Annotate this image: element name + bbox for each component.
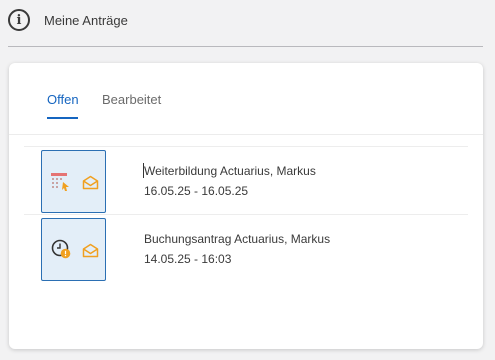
active-tab-indicator (47, 117, 78, 119)
request-date: 16.05.25 - 16.05.25 (144, 184, 249, 198)
page-title: Meine Anträge (44, 13, 128, 28)
request-date: 14.05.25 - 16:03 (144, 252, 232, 266)
envelope-icon (82, 243, 99, 258)
envelope-icon (82, 175, 99, 190)
request-thumbnail (41, 150, 106, 213)
tab-bar: Offen Bearbeitet (9, 63, 483, 135)
tab-bearbeitet[interactable]: Bearbeitet (102, 92, 161, 107)
tabs-divider (9, 134, 483, 135)
header-divider (8, 46, 483, 47)
request-list-item[interactable]: Weiterbildung Actuarius, Markus 16.05.25… (24, 146, 468, 214)
request-title: Buchungsantrag Actuarius, Markus (144, 232, 331, 246)
requests-card: Offen Bearbeitet Weiterbildung Actuarius… (9, 63, 483, 349)
calendar-training-icon (51, 173, 69, 191)
info-icon[interactable]: i (8, 9, 30, 31)
top-bar: i Meine Anträge (0, 0, 495, 47)
tab-offen[interactable]: Offen (47, 92, 79, 107)
request-list-item[interactable]: Buchungsantrag Actuarius, Markus 14.05.2… (24, 214, 468, 282)
request-thumbnail (41, 218, 106, 281)
request-title: Weiterbildung Actuarius, Markus (144, 164, 316, 178)
clock-warning-icon (51, 239, 71, 259)
